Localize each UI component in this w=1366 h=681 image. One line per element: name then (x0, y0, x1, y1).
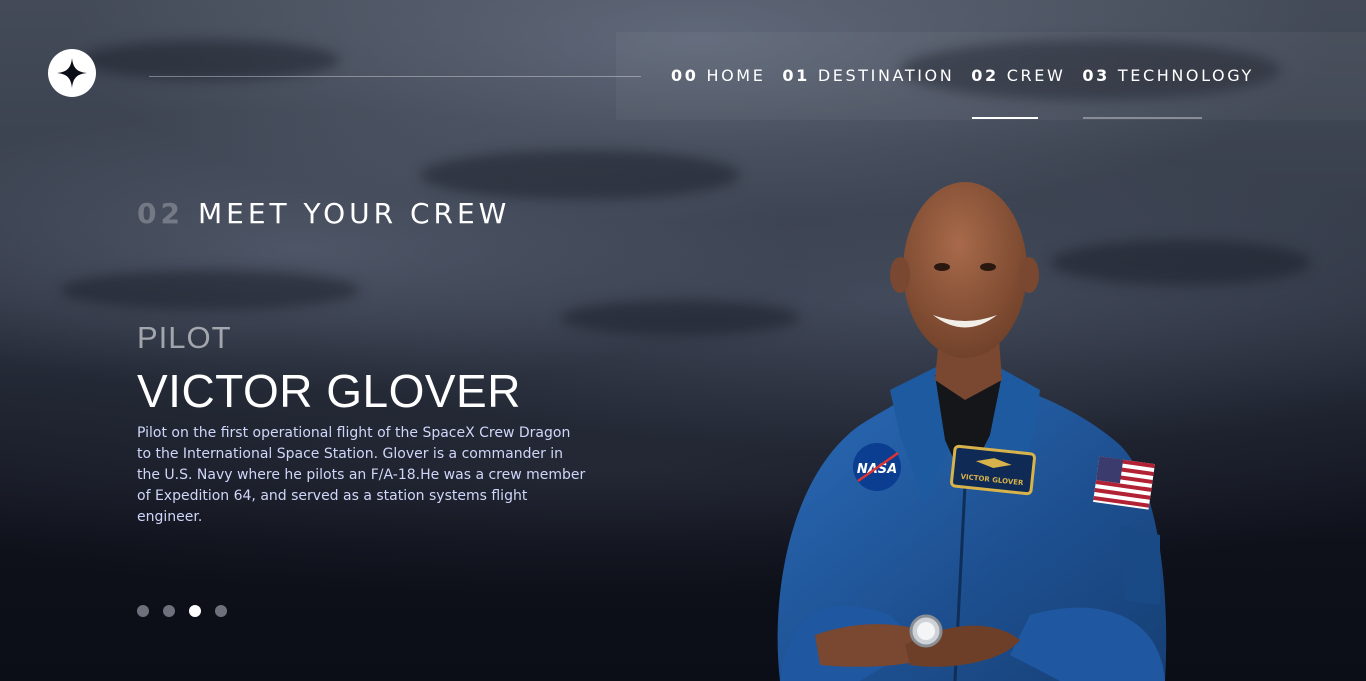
header-divider (149, 76, 641, 77)
crew-portrait: NASA VICTOR GLOVER (777, 182, 1167, 681)
page-title: 02 MEET YOUR CREW (137, 197, 510, 230)
pagination-dot[interactable] (137, 605, 149, 617)
pagination-dot[interactable] (163, 605, 175, 617)
crew-name: VICTOR GLOVER (137, 365, 521, 417)
crew-bio: Pilot on the first operational flight of… (137, 425, 586, 525)
nav-item-label: HOME (706, 66, 766, 85)
main-nav: 00 HOME 01 DESTINATION 02 CREW 03 TECHNOLOGY (671, 66, 1271, 85)
page-title-number: 02 (137, 197, 184, 230)
nav-item-number: 03 (1082, 66, 1110, 85)
nav-hover-indicator (1083, 117, 1202, 119)
nav-item-label: TECHNOLOGY (1117, 66, 1254, 85)
nav-active-indicator (972, 117, 1038, 119)
four-point-star-icon (57, 58, 87, 88)
nav-item-number: 02 (971, 66, 999, 85)
cloud-shadow (80, 40, 340, 80)
nav-item-number: 00 (671, 66, 699, 85)
us-flag-patch (1093, 456, 1155, 510)
page-title-text: MEET YOUR CREW (197, 197, 511, 230)
crew-role: PILOT (137, 320, 232, 355)
crew-pagination (137, 605, 241, 617)
cloud-shadow (420, 150, 740, 200)
nav-item-crew[interactable]: 02 CREW (971, 66, 1065, 85)
nasa-patch: NASA (857, 462, 897, 477)
nav-item-number: 01 (782, 66, 810, 85)
logo[interactable] (48, 49, 96, 97)
nav-item-label: CREW (1006, 66, 1066, 85)
cloud-shadow (60, 270, 360, 310)
nav-item-home[interactable]: 00 HOME (671, 66, 765, 85)
nav-item-destination[interactable]: 01 DESTINATION (782, 66, 954, 85)
pagination-dot[interactable] (215, 605, 227, 617)
nav-item-technology[interactable]: 03 TECHNOLOGY (1082, 66, 1253, 85)
nav-item-label: DESTINATION (817, 66, 955, 85)
pagination-dot[interactable] (189, 605, 201, 617)
